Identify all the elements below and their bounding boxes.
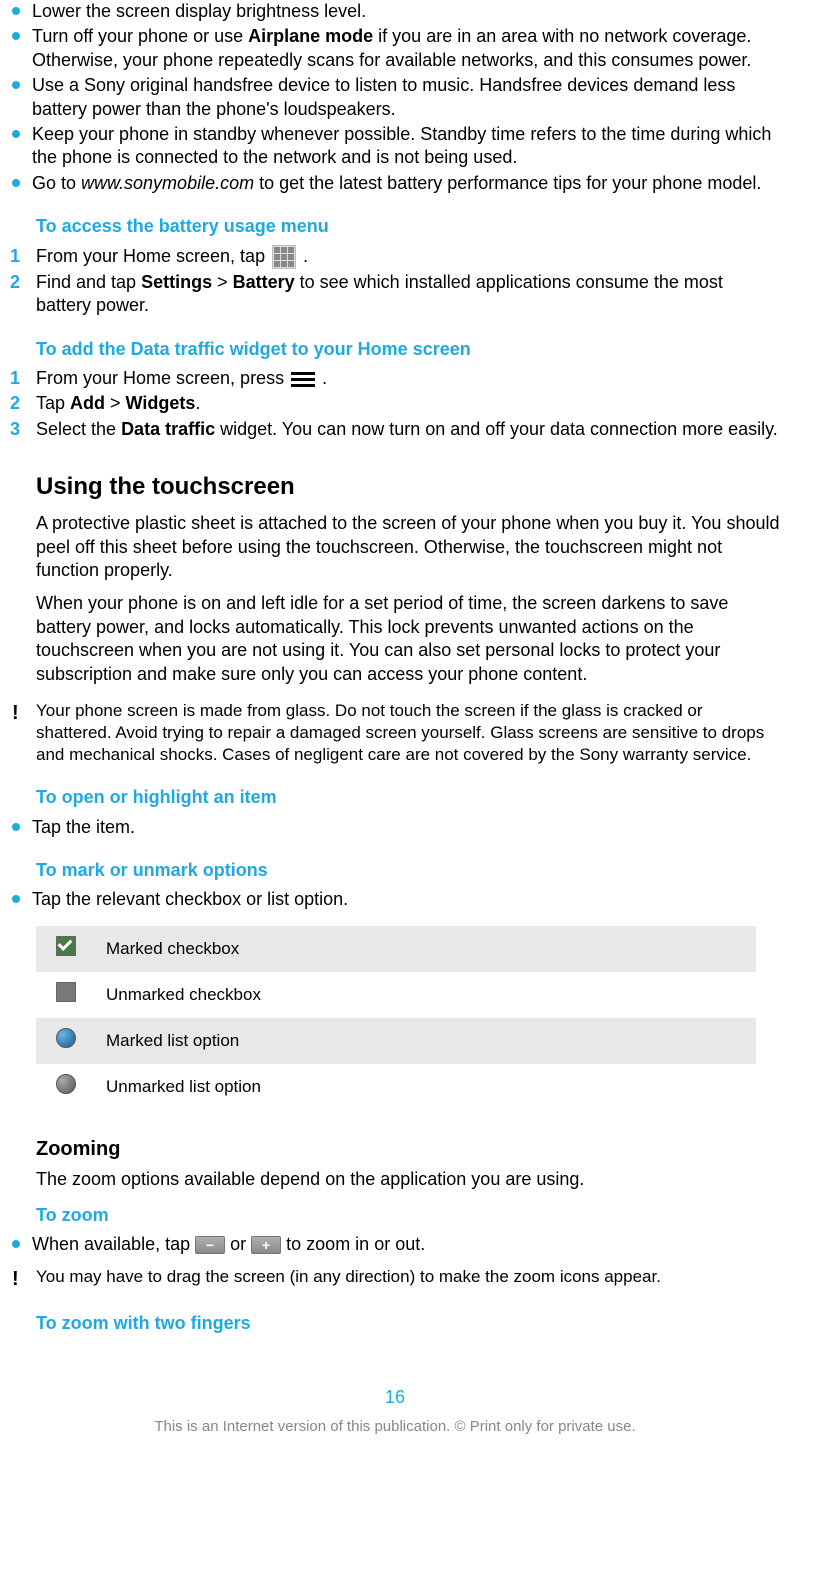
item-text: When available, tap − or + to zoom in or… <box>32 1233 782 1256</box>
warning-icon: ! <box>8 700 36 766</box>
paragraph: A protective plastic sheet is attached t… <box>36 512 782 582</box>
radio-unmarked-icon <box>56 1074 76 1094</box>
list-zoom: When available, tap − or + to zoom in or… <box>8 1233 782 1256</box>
checkbox-unmarked-icon <box>56 982 76 1002</box>
page-content: Lower the screen display brightness leve… <box>0 0 817 1477</box>
warning-text: Your phone screen is made from glass. Do… <box>36 700 782 766</box>
item-text: Tap the relevant checkbox or list option… <box>32 888 782 911</box>
step-2: 2 Tap Add > Widgets. <box>8 392 782 415</box>
warning-glass: ! Your phone screen is made from glass. … <box>8 700 782 766</box>
step-text: Select the Data traffic widget. You can … <box>36 418 782 441</box>
page-number: 16 <box>8 1386 782 1409</box>
tip-text: Lower the screen display brightness leve… <box>32 0 782 23</box>
heading-touchscreen: Using the touchscreen <box>36 471 782 502</box>
cell-label: Unmarked list option <box>96 1064 756 1110</box>
warning-text: You may have to drag the screen (in any … <box>36 1266 782 1292</box>
footer-text: This is an Internet version of this publ… <box>8 1417 782 1437</box>
cell-label: Marked list option <box>96 1018 756 1064</box>
list-item: When available, tap − or + to zoom in or… <box>8 1233 782 1256</box>
checkbox-marked-icon <box>56 936 76 956</box>
radio-marked-icon <box>56 1028 76 1048</box>
zoom-in-icon: + <box>251 1236 281 1254</box>
step-text: From your Home screen, tap . <box>36 245 782 269</box>
menu-icon <box>291 369 315 390</box>
list-item: Tap the item. <box>8 816 782 839</box>
heading-open-item: To open or highlight an item <box>36 786 782 809</box>
tip-standby: Keep your phone in standby whenever poss… <box>8 123 782 170</box>
table-row: Unmarked list option <box>36 1064 756 1110</box>
heading-data-widget: To add the Data traffic widget to your H… <box>36 338 782 361</box>
warning-icon: ! <box>8 1266 36 1292</box>
step-text: Find and tap Settings > Battery to see w… <box>36 271 782 318</box>
steps-battery-menu: 1 From your Home screen, tap . 2 Find an… <box>8 245 782 318</box>
heading-zoom-two-fingers: To zoom with two fingers <box>36 1312 782 1335</box>
tip-airplane: Turn off your phone or use Airplane mode… <box>8 25 782 72</box>
paragraph: The zoom options available depend on the… <box>36 1168 782 1191</box>
tip-text: Keep your phone in standby whenever poss… <box>32 123 782 170</box>
step-text: Tap Add > Widgets. <box>36 392 782 415</box>
battery-tips-list: Lower the screen display brightness leve… <box>8 0 782 195</box>
warning-zoom: ! You may have to drag the screen (in an… <box>8 1266 782 1292</box>
tip-handsfree: Use a Sony original handsfree device to … <box>8 74 782 121</box>
step-1: 1 From your Home screen, press . <box>8 367 782 390</box>
tip-brightness: Lower the screen display brightness leve… <box>8 0 782 23</box>
tip-goto: Go to www.sonymobile.com to get the late… <box>8 172 782 195</box>
step-1: 1 From your Home screen, tap . <box>8 245 782 269</box>
heading-battery-menu: To access the battery usage menu <box>36 215 782 238</box>
step-2: 2 Find and tap Settings > Battery to see… <box>8 271 782 318</box>
heading-to-zoom: To zoom <box>36 1204 782 1227</box>
tip-text: Turn off your phone or use Airplane mode… <box>32 25 782 72</box>
heading-mark-options: To mark or unmark options <box>36 859 782 882</box>
table-row: Unmarked checkbox <box>36 972 756 1018</box>
heading-zooming: Zooming <box>36 1136 782 1162</box>
zoom-out-icon: − <box>195 1236 225 1254</box>
list-item: Tap the relevant checkbox or list option… <box>8 888 782 911</box>
options-table: Marked checkbox Unmarked checkbox Marked… <box>36 926 756 1110</box>
cell-label: Unmarked checkbox <box>96 972 756 1018</box>
tip-text: Use a Sony original handsfree device to … <box>32 74 782 121</box>
paragraph: When your phone is on and left idle for … <box>36 592 782 686</box>
apps-grid-icon <box>272 245 296 269</box>
url-text: www.sonymobile.com <box>81 173 254 193</box>
list-mark-options: Tap the relevant checkbox or list option… <box>8 888 782 911</box>
item-text: Tap the item. <box>32 816 782 839</box>
table-row: Marked checkbox <box>36 926 756 972</box>
step-text: From your Home screen, press . <box>36 367 782 390</box>
list-open-item: Tap the item. <box>8 816 782 839</box>
table-row: Marked list option <box>36 1018 756 1064</box>
steps-data-widget: 1 From your Home screen, press . 2 Tap A… <box>8 367 782 441</box>
cell-label: Marked checkbox <box>96 926 756 972</box>
tip-text: Go to www.sonymobile.com to get the late… <box>32 172 782 195</box>
step-3: 3 Select the Data traffic widget. You ca… <box>8 418 782 441</box>
